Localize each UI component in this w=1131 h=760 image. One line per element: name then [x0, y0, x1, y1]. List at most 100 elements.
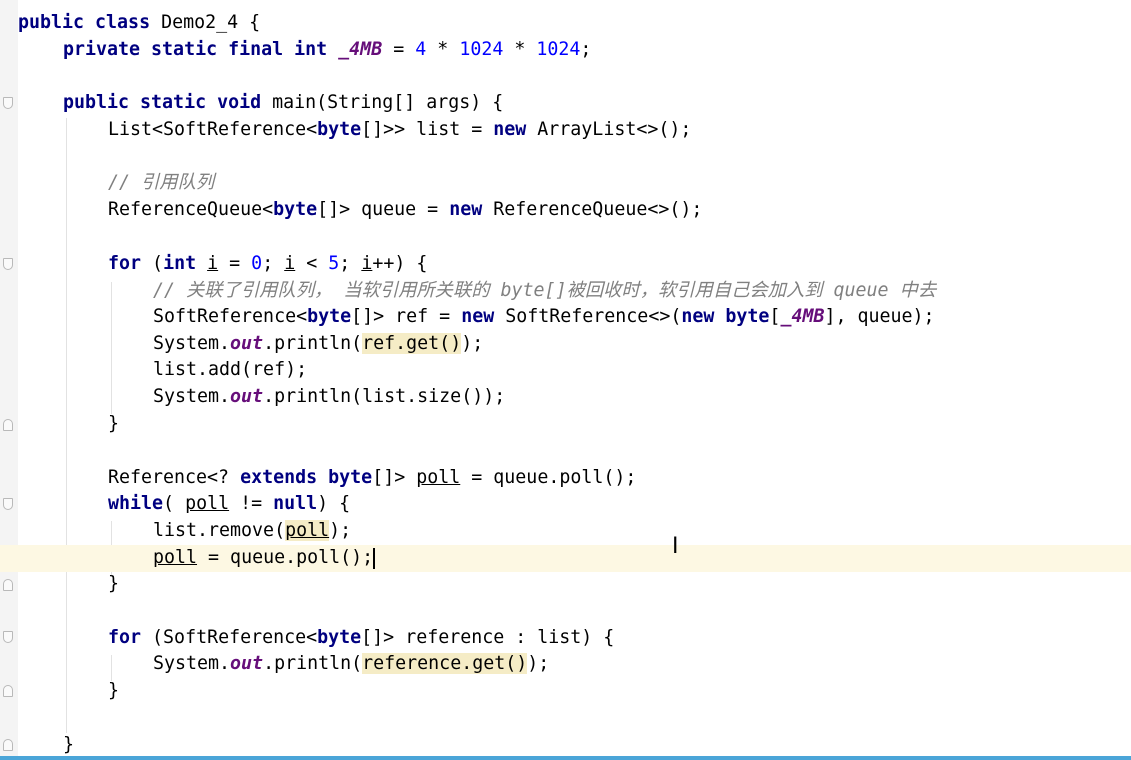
variable: poll	[285, 520, 330, 541]
keyword: while	[108, 493, 164, 514]
code-text: SoftReference<>(	[505, 306, 682, 327]
code-editor[interactable]: public class Demo2_4 { private static fi…	[0, 0, 1131, 760]
fold-marker-for2[interactable]	[3, 631, 13, 643]
code-text: Reference<?	[108, 467, 230, 488]
keyword: new	[449, 199, 483, 220]
code-line-close-brace[interactable]: }	[108, 571, 119, 598]
code-line-list-decl[interactable]: List<SoftReference<byte[]>> list = new A…	[108, 117, 691, 144]
keyword: byte	[317, 627, 362, 648]
static-field: _4MB	[338, 39, 383, 60]
fold-marker-main-end[interactable]	[3, 739, 13, 751]
keyword: new	[461, 306, 495, 327]
code-line-class-decl[interactable]: public class Demo2_4 {	[18, 10, 260, 37]
keyword: new	[681, 306, 715, 327]
code-text: ReferenceQueue<	[108, 199, 274, 220]
static-field: out	[230, 386, 264, 407]
keyword: byte	[273, 199, 318, 220]
code-text: list.remove(	[153, 520, 286, 541]
text-caret	[373, 547, 376, 569]
code-line-print-size[interactable]: System.out.println(list.size());	[153, 384, 505, 411]
number-literal: 0	[251, 253, 263, 274]
number-literal: 4	[415, 39, 427, 60]
keyword: for	[108, 627, 142, 648]
indent-guide	[66, 118, 67, 733]
code-line-close-brace[interactable]: }	[108, 678, 119, 705]
operator: =	[229, 253, 241, 274]
code-text: []>	[372, 467, 406, 488]
code-line-poll-decl[interactable]: Reference<? extends byte[]> poll = queue…	[108, 465, 636, 492]
keyword: byte	[317, 119, 362, 140]
code-text: ArrayList<>();	[537, 119, 692, 140]
static-field: out	[230, 333, 264, 354]
operator: <	[306, 253, 318, 274]
code-text: (	[163, 493, 175, 514]
loop-variable: i	[207, 253, 219, 274]
static-field: _4MB	[780, 306, 825, 327]
code-line-for-loop[interactable]: for (int i = 0; i < 5; i++) {	[108, 251, 427, 278]
static-field: out	[230, 653, 264, 674]
code-line-field-decl[interactable]: private static final int _4MB = 4 * 1024…	[63, 37, 591, 64]
fold-marker-main[interactable]	[3, 97, 13, 109]
code-text: .println(	[263, 333, 363, 354]
fold-marker-while-end[interactable]	[3, 579, 13, 591]
code-text: ReferenceQueue<>();	[493, 199, 703, 220]
code-line-ref-decl[interactable]: SoftReference<byte[]> ref = new SoftRefe…	[153, 304, 935, 331]
keyword: public static void	[63, 92, 262, 113]
code-line-remove[interactable]: list.remove(poll);	[153, 518, 351, 545]
code-line-print-ref[interactable]: System.out.println(reference.get());	[153, 651, 549, 678]
variable: poll	[416, 467, 461, 488]
code-text: = queue.poll();	[208, 547, 374, 568]
keyword: public class	[18, 12, 151, 33]
loop-variable: i	[284, 253, 296, 274]
code-text: System.	[153, 333, 231, 354]
number-literal: 5	[328, 253, 340, 274]
code-line-while[interactable]: while( poll != null) {	[108, 491, 350, 518]
code-line-print-get[interactable]: System.out.println(ref.get());	[153, 331, 483, 358]
code-text: []> reference : list) {	[361, 627, 615, 648]
fold-marker-for[interactable]	[3, 258, 13, 270]
code-text: .println(list.size());	[263, 386, 506, 407]
operator: *	[514, 39, 526, 60]
highlighted-expression: reference.get()	[362, 653, 528, 674]
fold-marker-for-end[interactable]	[3, 419, 13, 431]
punctuation: ;	[580, 39, 592, 60]
code-comment[interactable]: // 关联了引用队列， 当软引用所关联的 byte[]被回收时，软引用自己会加入…	[153, 278, 936, 305]
code-comment[interactable]: // 引用队列	[108, 170, 214, 197]
highlighted-expression: ref.get()	[362, 333, 462, 354]
fold-marker-for2-end[interactable]	[3, 685, 13, 697]
code-text: System.	[153, 653, 231, 674]
code-line-for-each[interactable]: for (SoftReference<byte[]> reference : l…	[108, 625, 614, 652]
number-literal: 1024	[459, 39, 504, 60]
code-text: []> queue =	[317, 199, 450, 220]
code-line-queue-decl[interactable]: ReferenceQueue<byte[]> queue = new Refer…	[108, 197, 702, 224]
code-text: (	[152, 253, 164, 274]
code-text: );	[527, 653, 550, 674]
class-name: Demo2_4 {	[161, 12, 261, 33]
code-text: ], queue);	[824, 306, 935, 327]
keyword: extends	[240, 467, 318, 488]
editor-gutter	[0, 0, 18, 760]
code-line-main-decl[interactable]: public static void main(String[] args) {	[63, 90, 503, 117]
indent-guide	[111, 282, 112, 414]
code-line-list-add[interactable]: list.add(ref);	[153, 357, 307, 384]
code-text: []> ref =	[351, 306, 462, 327]
code-text: ++) {	[372, 253, 428, 274]
code-text: ) {	[317, 493, 351, 514]
fold-marker-while[interactable]	[3, 498, 13, 510]
keyword: null	[273, 493, 318, 514]
code-line-close-brace[interactable]: }	[108, 411, 119, 438]
variable: poll	[185, 493, 230, 514]
keyword: int	[163, 253, 197, 274]
code-text: []>> list =	[361, 119, 494, 140]
code-text: [	[769, 306, 781, 327]
ibeam-cursor-icon: I	[672, 534, 679, 559]
keyword: byte	[307, 306, 352, 327]
method-signature: main(String[] args) {	[272, 92, 504, 113]
operator: !=	[240, 493, 263, 514]
code-text: = queue.poll();	[471, 467, 637, 488]
code-line-poll-assign[interactable]: poll = queue.poll();	[153, 545, 376, 572]
code-line-close-brace[interactable]: }	[63, 732, 74, 759]
keyword: byte	[725, 306, 770, 327]
code-text: System.	[153, 386, 231, 407]
number-literal: 1024	[536, 39, 581, 60]
